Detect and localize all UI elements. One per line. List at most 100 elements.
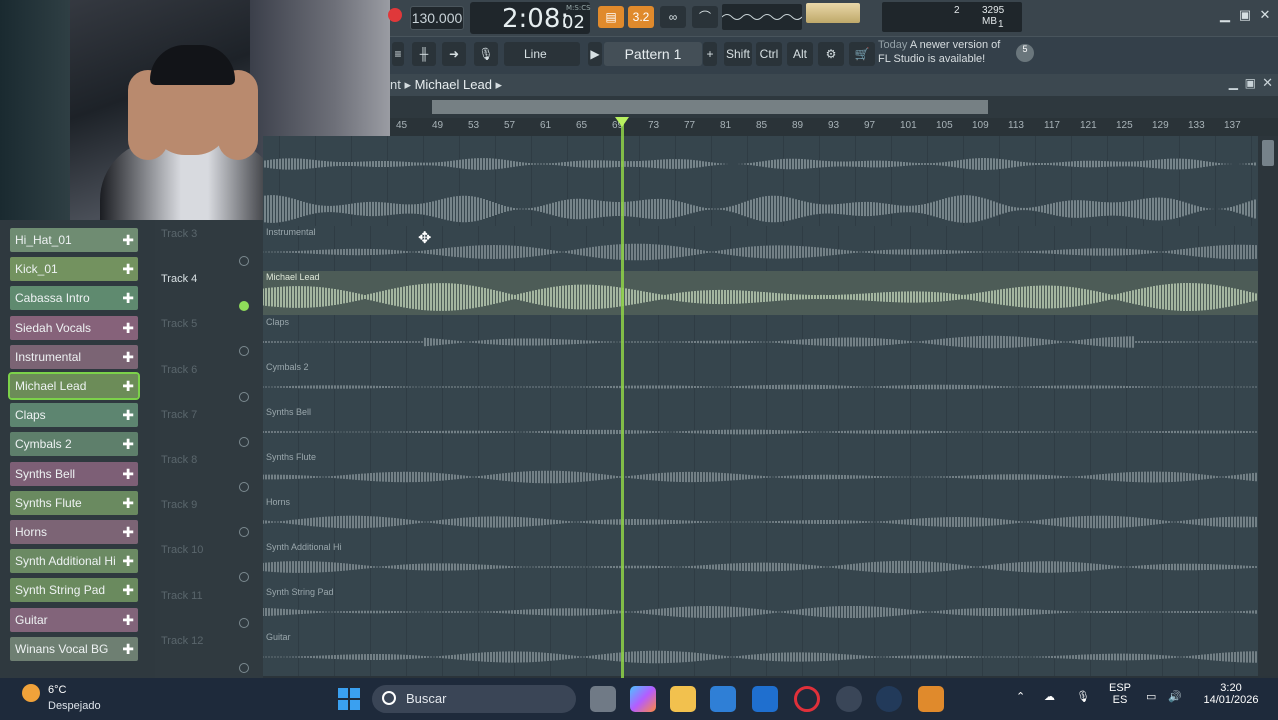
pattern-selector[interactable]: Pattern 1	[604, 42, 702, 66]
timeline-ruler[interactable]: 45 49 53 57 61 65 69 73 77 81 85 89 93 97 101 105 109 113…	[390, 118, 1278, 136]
track-mute-icon[interactable]	[239, 436, 249, 447]
audio-clip[interactable]: Synth Additional Hi	[263, 541, 1258, 585]
channel-synths-flute[interactable]: Synths Flute ✚	[10, 490, 138, 515]
channel-add-icon[interactable]: ✚	[122, 432, 134, 456]
track-mute-icon[interactable]	[239, 572, 249, 583]
task-view-icon[interactable]	[590, 686, 616, 712]
audio-clip[interactable]: Michael Lead	[263, 271, 1258, 315]
channel-cabassa-intro-cymbals[interactable]: Cabassa Intro Cymbals✚	[10, 286, 138, 329]
track-lane[interactable]: Cymbals 2	[263, 361, 1258, 407]
track-lane[interactable]	[263, 136, 1258, 182]
audio-clip[interactable]: Claps	[263, 316, 1258, 360]
browser-icon[interactable]: ≡	[392, 42, 404, 66]
track-lane[interactable]: Guitar	[263, 631, 1258, 676]
channel-horns[interactable]: Horns ✚	[10, 520, 138, 544]
pattern-prev-icon[interactable]: ▶	[588, 42, 602, 66]
opera-icon[interactable]	[794, 686, 820, 712]
track-mute-icon[interactable]	[239, 346, 249, 357]
channel-guitar[interactable]: Guitar ✚	[10, 607, 138, 632]
track-lane[interactable]: Synths Bell	[263, 406, 1258, 452]
playhead-marker[interactable]	[615, 117, 629, 127]
vertical-scroll-thumb[interactable]	[1262, 140, 1274, 166]
shop-icon[interactable]: 🛒	[849, 42, 875, 66]
track-lane[interactable]: Claps	[263, 316, 1258, 362]
playlist-lanes[interactable]: Instrumental Michael Lead Claps Cymbals 2 Sy…	[263, 136, 1258, 676]
channel-add-icon[interactable]: ✚	[122, 549, 134, 573]
playlist-maximize-icon[interactable]: ▣	[1245, 76, 1256, 90]
vertical-scrollbar[interactable]	[1258, 136, 1278, 676]
channel-add-icon[interactable]: ✚	[122, 316, 134, 340]
channel-add-icon[interactable]: ✚	[122, 286, 134, 310]
channel-add-icon[interactable]: ✚	[122, 520, 134, 544]
track-lane[interactable]: Synths Flute	[263, 451, 1258, 497]
channel-kick-01[interactable]: Kick_01 ✚	[10, 257, 138, 282]
audio-clip[interactable]: Synths Bell	[263, 406, 1258, 450]
track-name[interactable]: Track 5	[161, 318, 197, 330]
cloud-icon[interactable]: ☁	[1044, 690, 1055, 703]
track-mute-icon[interactable]	[239, 662, 249, 673]
snap-select[interactable]: Line	[504, 42, 580, 66]
channel-synths-bell[interactable]: Synths Bell ✚	[10, 461, 138, 486]
metronome-icon[interactable]: ∞	[660, 6, 686, 28]
master-volume-meter[interactable]	[806, 3, 860, 23]
mixer-icon[interactable]: ╫	[412, 42, 436, 66]
microphone-icon[interactable]: 🎙	[474, 42, 498, 66]
track-mute-icon[interactable]	[239, 482, 249, 492]
channel-add-icon[interactable]: ✚	[122, 403, 134, 427]
channel-add-icon[interactable]: ✚	[122, 462, 134, 486]
plugin-picker-icon[interactable]: ⚙	[818, 42, 844, 66]
track-mute-icon[interactable]	[239, 527, 249, 538]
track-mute-icon[interactable]	[239, 301, 249, 312]
audio-clip[interactable]: Cymbals 2	[263, 361, 1258, 405]
channel-hi-hat-01[interactable]: Hi_Hat_01 ✚	[10, 228, 138, 252]
channel-add-icon[interactable]: ✚	[122, 608, 134, 632]
volume-icon[interactable]: 🔊	[1168, 690, 1182, 703]
channel-siedah-vocals[interactable]: Siedah Vocals ✚	[10, 315, 138, 340]
record-button[interactable]	[388, 8, 402, 22]
mic-icon[interactable]: 🎙	[1076, 690, 1090, 703]
close-icon[interactable]: ✕	[1256, 8, 1274, 22]
channel-synth-additional-hi[interactable]: Synth Additional Hi ✚	[10, 549, 138, 574]
channel-winans-vocal-bg[interactable]: Winans Vocal BG ✚	[10, 636, 138, 661]
store-icon[interactable]	[710, 686, 736, 712]
channel-add-icon[interactable]: ✚	[122, 345, 134, 369]
channel-add-icon[interactable]: ✚	[122, 491, 134, 515]
track-name[interactable]: Track 9	[161, 499, 197, 511]
channel-add-icon[interactable]: ✚	[122, 257, 134, 281]
alt-button[interactable]: Alt	[787, 42, 813, 66]
hint-bar[interactable]: Today A newer version of FL Studio is av…	[878, 38, 1038, 72]
clock[interactable]: 3:20 14/01/2026	[1200, 682, 1262, 706]
fl-studio-icon[interactable]	[918, 686, 944, 712]
audio-clip[interactable]: Synth String Pad	[263, 586, 1258, 630]
track-name[interactable]: Track 12	[161, 635, 203, 647]
channel-add-icon[interactable]: ✚	[122, 228, 134, 252]
channel-michael-lead[interactable]: Michael Lead ✚	[8, 372, 140, 400]
playlist-close-icon[interactable]: ✕	[1262, 75, 1273, 91]
track-name[interactable]: Track 11	[161, 590, 203, 602]
discord-icon[interactable]	[836, 686, 862, 712]
channel-synth-string-pad[interactable]: Synth String Pad ✚	[10, 578, 138, 603]
outlook-icon[interactable]	[752, 686, 778, 712]
file-explorer-icon[interactable]	[670, 686, 696, 712]
audio-clip[interactable]: Horns	[263, 496, 1258, 540]
track-lane[interactable]: Instrumental	[263, 226, 1258, 272]
audio-clip[interactable]: Instrumental	[263, 226, 1258, 270]
time-display[interactable]: 2:08: M:S:CS 02	[470, 2, 591, 34]
pattern-song-icon[interactable]: ▤	[598, 6, 624, 28]
track-name[interactable]: Track 3	[161, 228, 197, 240]
playlist-minimize-icon[interactable]: ▁	[1229, 76, 1238, 90]
channel-instrumental[interactable]: Instrumental ✚	[10, 344, 138, 369]
track-name[interactable]: Track 10	[161, 544, 203, 556]
breadcrumb-current[interactable]: Michael Lead	[415, 77, 492, 92]
shift-button[interactable]: Shift	[724, 42, 752, 66]
channel-add-icon[interactable]: ✚	[122, 374, 134, 398]
steam-icon[interactable]	[876, 686, 902, 712]
track-mute-icon[interactable]	[239, 617, 249, 628]
pattern-add-icon[interactable]: +	[703, 42, 717, 66]
track-name[interactable]: Track 7	[161, 409, 197, 421]
track-name[interactable]: Track 4	[161, 273, 197, 285]
track-lane[interactable]: Michael Lead	[263, 271, 1258, 317]
channel-add-icon[interactable]: ✚	[122, 578, 134, 602]
track-name[interactable]: Track 8	[161, 454, 197, 466]
language-indicator[interactable]: ESP ES	[1106, 682, 1134, 706]
